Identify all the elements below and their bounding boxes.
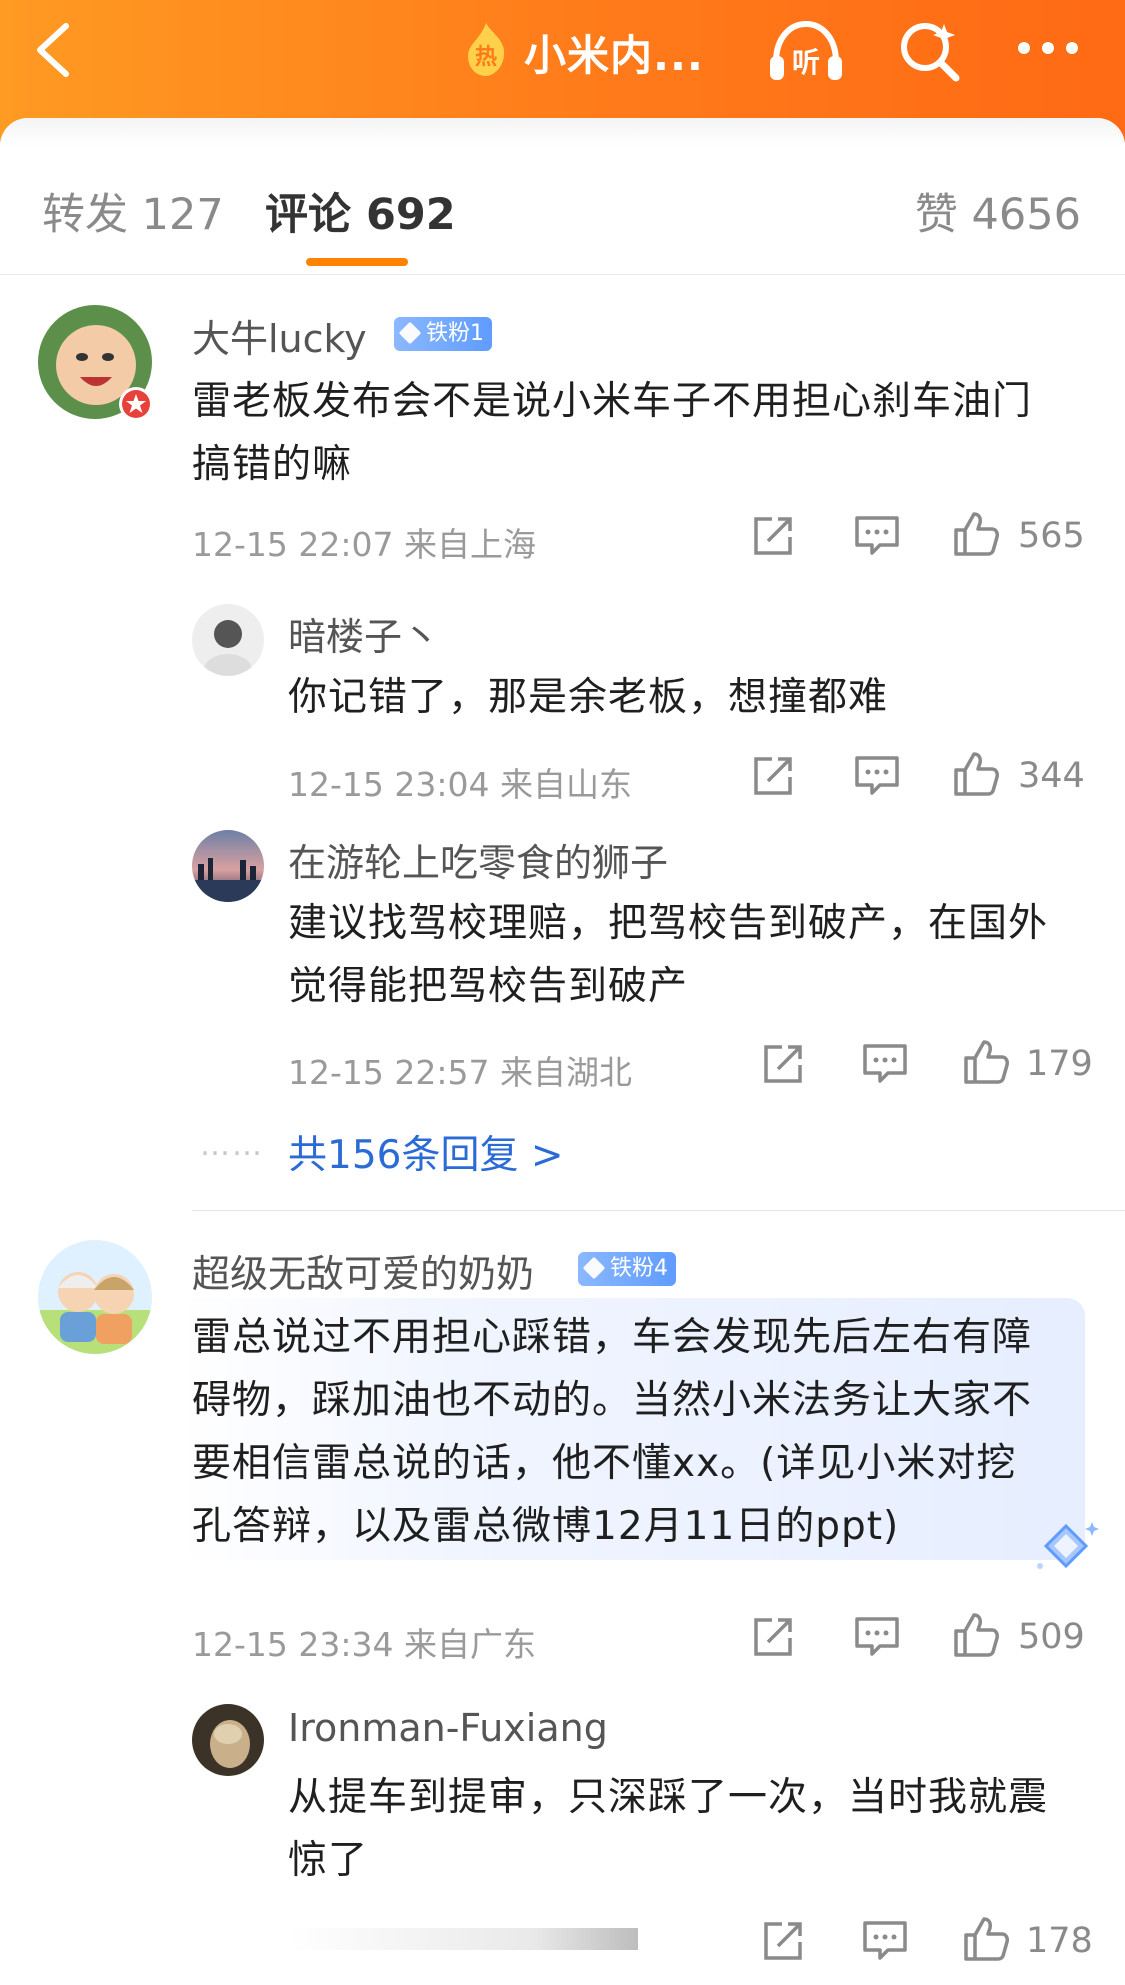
comment-line: 要相信雷总说的话，他不懂xx。(详见小米对挖 bbox=[192, 1441, 1017, 1486]
hot-icon: 热 bbox=[462, 20, 510, 78]
comment-icon[interactable] bbox=[862, 1043, 908, 1085]
panel-top-edge bbox=[0, 118, 1125, 146]
comment-line: 搞错的嘛 bbox=[192, 442, 353, 487]
reply-line: 惊了 bbox=[288, 1838, 369, 1883]
like-count: 344 bbox=[1018, 756, 1085, 796]
commenter-name[interactable]: 超级无敌可爱的奶奶 bbox=[192, 1243, 534, 1298]
replier-name[interactable]: 在游轮上吃零食的狮子 bbox=[288, 832, 668, 887]
tab-likes[interactable]: 赞 4656 bbox=[915, 180, 1081, 242]
diamond-sparkle-icon bbox=[1037, 1522, 1099, 1569]
reply-line: 建议找驾校理赔，把驾校告到破产，在国外 bbox=[288, 901, 1049, 946]
diamond-icon bbox=[582, 1256, 606, 1280]
share-icon[interactable] bbox=[752, 755, 796, 797]
share-icon[interactable] bbox=[752, 1616, 796, 1658]
fan-level-badge: 铁粉1 bbox=[394, 317, 492, 351]
share-icon[interactable] bbox=[762, 1043, 806, 1085]
diamond-icon bbox=[398, 321, 422, 345]
avatar[interactable] bbox=[38, 1240, 152, 1354]
comment-icon[interactable] bbox=[854, 755, 900, 797]
replier-name[interactable]: Ironman-Fuxiang bbox=[288, 1706, 608, 1750]
like-thumb-icon[interactable] bbox=[952, 750, 1000, 798]
like-thumb-icon[interactable] bbox=[952, 510, 1000, 558]
like-thumb-icon[interactable] bbox=[962, 1038, 1010, 1086]
listen-headphone-icon[interactable]: 听 bbox=[766, 16, 846, 84]
reply-text: 建议找驾校理赔，把驾校告到破产，在国外 觉得能把驾校告到破产 bbox=[288, 892, 1048, 1018]
like-count: 509 bbox=[1018, 1617, 1085, 1657]
comment-text: 雷老板发布会不是说小米车子不用担心刹车油门 搞错的嘛 bbox=[192, 370, 1032, 496]
comment-text: 雷总说过不用担心踩错，车会发现先后左右有障 碍物，踩加油也不动的。当然小米法务让… bbox=[192, 1306, 1032, 1558]
comment-line: 雷老板发布会不是说小米车子不用担心刹车油门 bbox=[192, 379, 1033, 424]
divider bbox=[192, 1210, 1125, 1211]
replier-name[interactable]: 暗楼子丶 bbox=[288, 606, 440, 661]
avatar[interactable] bbox=[192, 1704, 264, 1776]
tab-forward[interactable]: 转发 127 bbox=[42, 180, 224, 242]
reply-line: 从提车到提审，只深踩了一次，当时我就震 bbox=[288, 1775, 1049, 1820]
svg-text:听: 听 bbox=[792, 46, 820, 79]
comment-icon[interactable] bbox=[854, 1616, 900, 1658]
like-thumb-icon[interactable] bbox=[962, 1915, 1010, 1963]
reply-line: 觉得能把驾校告到破产 bbox=[288, 964, 689, 1009]
fan-level-badge: 铁粉4 bbox=[578, 1252, 676, 1286]
comment-meta: 12-15 22:07 来自上海 bbox=[192, 525, 536, 564]
comment-icon[interactable] bbox=[854, 515, 900, 557]
reply-text: 从提车到提审，只深踩了一次，当时我就震 惊了 bbox=[288, 1766, 1048, 1892]
share-icon[interactable] bbox=[762, 1920, 806, 1962]
comment-line: 孔答辩，以及雷总微博12月11日的ppt) bbox=[192, 1504, 900, 1549]
like-count: 179 bbox=[1026, 1044, 1093, 1084]
reply-text: 你记错了，那是余老板，想撞都难 bbox=[288, 666, 888, 729]
reply-meta: 12-15 23:04 来自山东 bbox=[288, 765, 632, 804]
tab-bar: 转发 127 评论 692 赞 4656 bbox=[0, 150, 1125, 275]
comment-meta: 12-15 23:34 来自广东 bbox=[192, 1625, 536, 1664]
back-arrow-icon[interactable] bbox=[28, 18, 80, 82]
verified-badge-icon bbox=[119, 387, 153, 421]
svg-text:热: 热 bbox=[475, 44, 497, 70]
like-count: 178 bbox=[1026, 1921, 1093, 1961]
comment-line: 碍物，踩加油也不动的。当然小米法务让大家不 bbox=[192, 1378, 1033, 1423]
more-replies-link[interactable]: 共156条回复 > bbox=[288, 1124, 564, 1180]
divider bbox=[0, 274, 1125, 275]
fan-level-text: 铁粉4 bbox=[610, 1256, 668, 1281]
tab-comments[interactable]: 评论 692 bbox=[265, 180, 456, 242]
search-sparkle-icon[interactable] bbox=[896, 18, 962, 84]
fan-level-text: 铁粉1 bbox=[426, 321, 484, 346]
more-icon[interactable] bbox=[1016, 38, 1080, 58]
reply-meta: 12-15 22:57 来自湖北 bbox=[288, 1053, 632, 1092]
reply-line: 你记错了，那是余老板，想撞都难 bbox=[288, 675, 889, 720]
active-tab-indicator bbox=[306, 258, 408, 266]
like-thumb-icon[interactable] bbox=[952, 1611, 1000, 1659]
comment-icon[interactable] bbox=[862, 1920, 908, 1962]
reply-meta-faded bbox=[288, 1928, 638, 1950]
comment-line: 雷总说过不用担心踩错，车会发现先后左右有障 bbox=[192, 1315, 1033, 1360]
commenter-name[interactable]: 大牛lucky bbox=[192, 308, 367, 363]
avatar[interactable] bbox=[192, 604, 264, 676]
avatar[interactable] bbox=[192, 830, 264, 902]
page-title: 小米内... bbox=[524, 31, 704, 80]
share-icon[interactable] bbox=[752, 515, 796, 557]
like-count: 565 bbox=[1018, 516, 1085, 556]
dots: …… bbox=[200, 1128, 264, 1163]
